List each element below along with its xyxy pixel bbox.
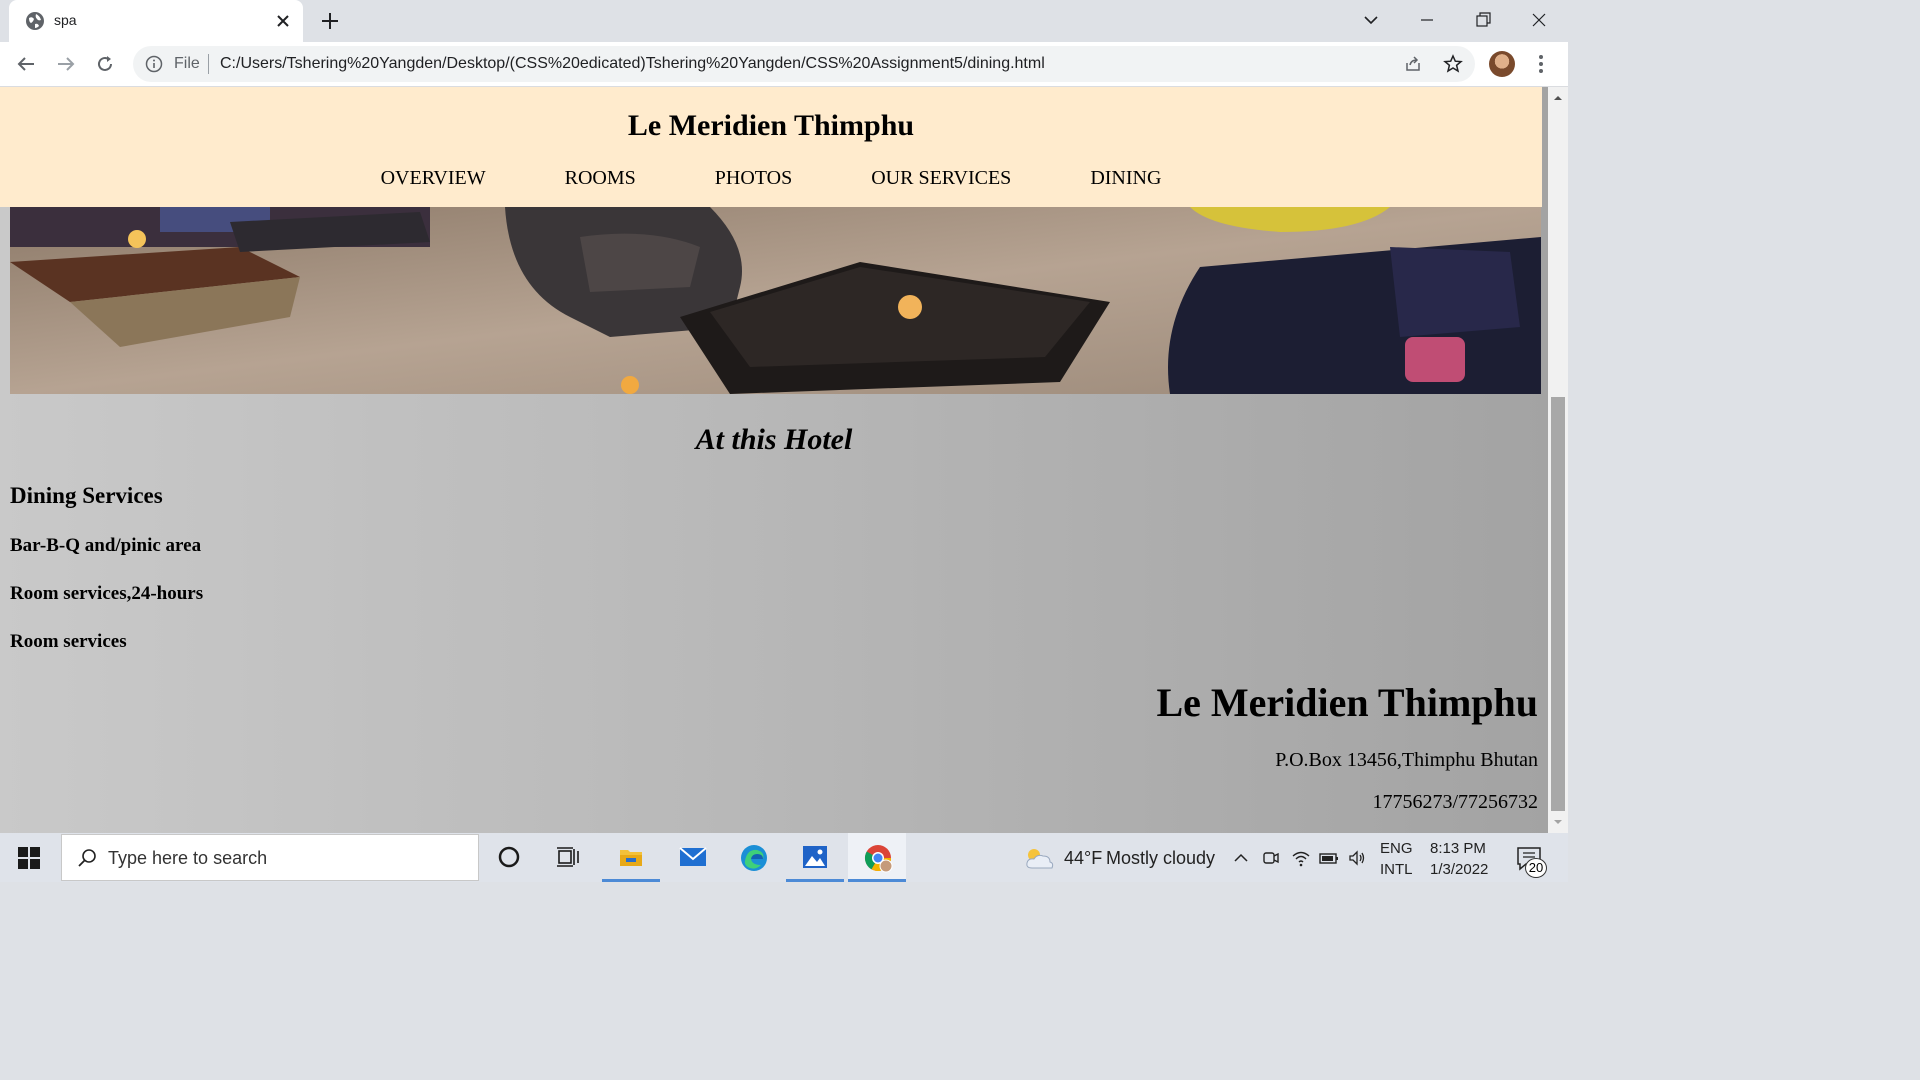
keyboard-layout: INTL bbox=[1380, 861, 1413, 878]
url-text[interactable]: C:/Users/Tshering%20Yangden/Desktop/(CSS… bbox=[220, 55, 1045, 73]
file-explorer-button[interactable] bbox=[602, 833, 660, 882]
dining-item: Room services,24-hours bbox=[10, 583, 204, 604]
browser-tab[interactable]: spa bbox=[9, 0, 303, 42]
tab-strip: spa bbox=[0, 0, 1568, 42]
profile-avatar[interactable] bbox=[1489, 51, 1515, 77]
new-tab-icon[interactable] bbox=[318, 9, 342, 33]
cortana-circle-icon bbox=[498, 846, 520, 868]
address-bar[interactable]: File C:/Users/Tshering%20Yangden/Desktop… bbox=[133, 46, 1475, 82]
nav-rooms[interactable]: ROOMS bbox=[565, 167, 636, 190]
system-clock[interactable]: 8:13 PM 1/3/2022 bbox=[1430, 838, 1488, 880]
task-view-icon bbox=[557, 847, 579, 867]
back-arrow-icon[interactable] bbox=[14, 52, 38, 76]
dining-heading: Dining Services bbox=[10, 483, 163, 508]
photos-icon bbox=[803, 846, 827, 868]
taskbar-search[interactable]: Type here to search bbox=[61, 834, 479, 881]
mail-icon bbox=[679, 847, 707, 866]
page-viewport: Le Meridien Thimphu OVERVIEW ROOMS PHOTO… bbox=[0, 87, 1548, 833]
partly-cloudy-icon bbox=[1026, 849, 1054, 869]
search-icon bbox=[78, 849, 96, 867]
chevron-up-icon[interactable] bbox=[1231, 848, 1251, 868]
scroll-down-arrow-icon[interactable] bbox=[1553, 817, 1563, 827]
reload-icon[interactable] bbox=[93, 52, 117, 76]
nav-overview[interactable]: OVERVIEW bbox=[381, 167, 486, 190]
taskbar: Type here to search 44°F Mostly cloudy E… bbox=[0, 833, 1568, 882]
nav-dining[interactable]: DINING bbox=[1090, 167, 1161, 190]
footer-phone: 17756273/77256732 bbox=[1372, 791, 1538, 813]
cortana-button[interactable] bbox=[480, 833, 538, 882]
clock-time: 8:13 PM bbox=[1430, 840, 1486, 857]
mail-button[interactable] bbox=[663, 833, 721, 882]
close-tab-icon[interactable] bbox=[273, 11, 293, 31]
site-nav: OVERVIEW ROOMS PHOTOS OUR SERVICES DININ… bbox=[0, 167, 1542, 190]
info-icon[interactable] bbox=[145, 55, 163, 73]
footer-hotel-name: Le Meridien Thimphu bbox=[1156, 680, 1538, 725]
footer-address: P.O.Box 13456,Thimphu Bhutan bbox=[1275, 749, 1538, 771]
bookmark-star-icon[interactable] bbox=[1443, 54, 1463, 74]
dining-item: Room services bbox=[10, 631, 127, 652]
meet-now-icon[interactable] bbox=[1261, 848, 1281, 868]
url-scheme: File bbox=[174, 55, 200, 72]
nav-our-services[interactable]: OUR SERVICES bbox=[871, 167, 1011, 190]
close-window-icon[interactable] bbox=[1527, 8, 1551, 32]
browser-toolbar: File C:/Users/Tshering%20Yangden/Desktop… bbox=[0, 42, 1568, 87]
language-code: ENG bbox=[1380, 840, 1413, 857]
forward-arrow-icon[interactable] bbox=[54, 52, 78, 76]
input-language[interactable]: ENG INTL bbox=[1380, 838, 1413, 880]
photos-button[interactable] bbox=[786, 833, 844, 882]
tab-title: spa bbox=[54, 12, 77, 28]
hero-lounge-image bbox=[10, 207, 1541, 394]
notification-count-badge: 20 bbox=[1525, 858, 1547, 878]
battery-icon[interactable] bbox=[1319, 848, 1339, 868]
share-icon[interactable] bbox=[1403, 54, 1423, 74]
minimize-icon[interactable] bbox=[1415, 8, 1439, 32]
task-view-button[interactable] bbox=[539, 833, 597, 882]
clock-date: 1/3/2022 bbox=[1430, 861, 1489, 878]
folder-icon bbox=[620, 850, 642, 866]
dining-item: Bar-B-Q and/pinic area bbox=[10, 535, 202, 556]
weather-condition: Mostly cloudy bbox=[1106, 848, 1216, 868]
scroll-up-arrow-icon[interactable] bbox=[1553, 93, 1563, 103]
weather-temperature: 44°F bbox=[1064, 848, 1103, 868]
url-separator bbox=[208, 54, 209, 74]
edge-button[interactable] bbox=[724, 833, 782, 882]
globe-icon bbox=[26, 12, 44, 30]
page-scrollbar[interactable] bbox=[1548, 87, 1568, 833]
chrome-button[interactable] bbox=[848, 833, 906, 882]
site-title: Le Meridien Thimphu bbox=[627, 109, 915, 142]
section-title: At this Hotel bbox=[695, 423, 853, 456]
scrollbar-thumb[interactable] bbox=[1551, 397, 1565, 811]
restore-icon[interactable] bbox=[1471, 8, 1495, 32]
nav-photos[interactable]: PHOTOS bbox=[715, 167, 792, 190]
volume-icon[interactable] bbox=[1347, 848, 1367, 868]
search-placeholder: Type here to search bbox=[108, 848, 268, 868]
site-header: Le Meridien Thimphu OVERVIEW ROOMS PHOTO… bbox=[0, 87, 1542, 207]
wifi-icon[interactable] bbox=[1291, 848, 1311, 868]
windows-start-icon[interactable] bbox=[18, 847, 40, 869]
chrome-icon bbox=[864, 845, 893, 873]
more-menu-icon[interactable] bbox=[1532, 52, 1550, 76]
edge-icon bbox=[741, 845, 767, 871]
tab-search-icon[interactable] bbox=[1359, 8, 1383, 32]
